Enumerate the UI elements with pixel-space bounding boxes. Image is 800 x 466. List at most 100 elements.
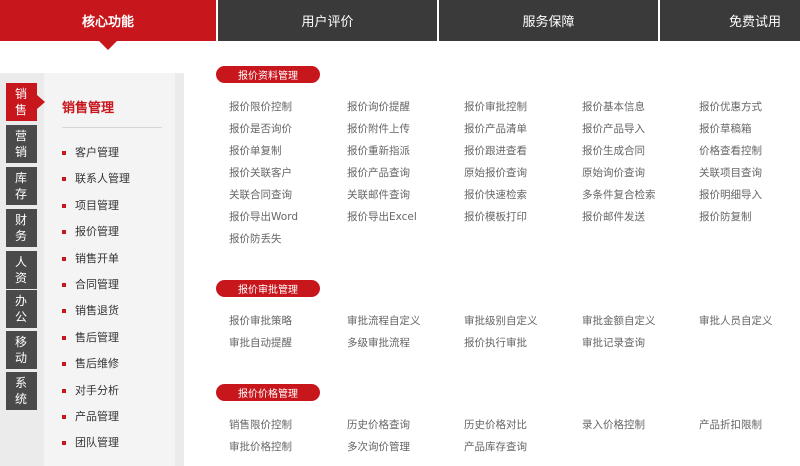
feature-item: 多次询价管理 — [347, 441, 410, 453]
tab-label: 免费试用 — [728, 15, 781, 30]
feature-item: 报价是否询价 — [229, 123, 292, 135]
bullet-icon — [62, 362, 66, 367]
submenu-item-label: 售后管理 — [75, 330, 119, 344]
submenu-title: 销售管理 — [62, 101, 115, 116]
feature-item: 报价附件上传 — [347, 123, 410, 135]
bullet-icon — [62, 151, 66, 155]
side-tab-char: 办 — [14, 294, 28, 308]
feature-item: 报价审批控制 — [464, 101, 527, 113]
tab-label: 服务保障 — [522, 15, 575, 30]
side-tab-marketing[interactable]: 营 销 — [6, 125, 37, 163]
submenu-item[interactable]: 报价管理 — [62, 223, 119, 239]
bullet-icon — [62, 256, 66, 261]
submenu-item[interactable]: 售后管理 — [62, 329, 119, 345]
submenu-item-label: 销售退货 — [75, 304, 119, 318]
submenu-item-label: 客户管理 — [75, 146, 119, 159]
feature-item: 审批金额自定义 — [582, 315, 656, 327]
feature-item: 报价产品清单 — [464, 123, 527, 135]
tab-core-features[interactable]: 核心功能 — [0, 0, 216, 50]
submenu-divider — [62, 127, 162, 128]
feature-item: 审批自动提醒 — [229, 337, 292, 349]
submenu-item-label: 联系人管理 — [75, 172, 130, 186]
side-tab-char: 人 — [14, 255, 28, 269]
side-tab-hr[interactable]: 人 资 — [6, 251, 37, 289]
bullet-icon — [62, 203, 66, 208]
submenu-item[interactable]: 销售退货 — [62, 302, 119, 318]
submenu-item[interactable]: 联系人管理 — [62, 170, 130, 186]
feature-item: 审批价格控制 — [229, 441, 292, 453]
submenu-item[interactable]: 售后维修 — [62, 355, 119, 371]
feature-item: 报价草稿箱 — [699, 123, 752, 135]
submenu-item[interactable]: 项目管理 — [62, 197, 119, 213]
submenu-item[interactable]: 对手分析 — [62, 382, 119, 398]
feature-item: 报价单复制 — [229, 145, 282, 157]
bullet-icon — [62, 441, 66, 446]
side-tab-char: 营 — [14, 129, 28, 143]
feature-item: 关联邮件查询 — [347, 189, 410, 201]
side-tab-char: 售 — [14, 103, 28, 117]
side-tab-char: 存 — [14, 187, 28, 201]
feature-item: 报价关联客户 — [229, 167, 292, 179]
submenu-item-label: 合同管理 — [75, 278, 119, 291]
side-tab-char: 销 — [14, 145, 28, 159]
side-tab-system[interactable]: 系 统 — [6, 372, 37, 410]
feature-item: 报价重新指派 — [347, 145, 410, 157]
feature-item: 关联合同查询 — [229, 189, 292, 201]
bullet-icon — [62, 283, 66, 287]
feature-item: 审批记录查询 — [582, 337, 645, 349]
feature-item: 报价审批策略 — [229, 315, 292, 327]
submenu-item-label: 报价管理 — [75, 225, 119, 239]
side-tab-char: 库 — [14, 171, 28, 185]
feature-item: 多条件复合检索 — [582, 189, 656, 201]
feature-item: 报价跟进查看 — [464, 145, 527, 157]
bullet-icon — [62, 177, 66, 182]
bullet-icon — [62, 415, 66, 419]
side-tab-finance[interactable]: 财 务 — [6, 209, 37, 247]
submenu-item[interactable]: 合同管理 — [62, 276, 119, 292]
feature-item: 报价生成合同 — [582, 145, 645, 157]
submenu-item-label: 团队管理 — [75, 436, 119, 450]
feature-item: 报价基本信息 — [582, 101, 645, 113]
top-nav: 核心功能 用户评价 服务保障 免费试用 — [0, 0, 800, 50]
submenu-item[interactable]: 团队管理 — [62, 434, 119, 450]
feature-item: 价格查看控制 — [699, 145, 762, 157]
submenu-item-label: 项目管理 — [75, 198, 119, 212]
feature-item: 审批流程自定义 — [347, 315, 421, 327]
section-title: 报价价格管理 — [216, 384, 320, 401]
side-tab-char: 务 — [14, 229, 28, 243]
feature-item: 产品折扣限制 — [699, 419, 762, 431]
feature-item: 报价导出Word — [229, 211, 298, 223]
submenu-item[interactable]: 销售开单 — [62, 250, 119, 266]
side-tab-char: 动 — [14, 351, 28, 365]
tab-service-guarantee[interactable]: 服务保障 — [439, 0, 658, 41]
feature-item: 报价导出Excel — [347, 211, 417, 223]
feature-item: 产品库存查询 — [464, 441, 527, 453]
side-tab-inventory[interactable]: 库 存 — [6, 167, 37, 205]
side-tab-char: 公 — [14, 310, 28, 324]
feature-item: 报价邮件发送 — [582, 211, 645, 223]
submenu-item-label: 对手分析 — [75, 383, 119, 397]
feature-item: 历史价格查询 — [347, 419, 410, 431]
feature-item: 报价产品导入 — [582, 123, 645, 135]
active-tab-arrow-icon — [98, 40, 118, 50]
feature-item: 报价快速检索 — [464, 189, 527, 201]
feature-item: 审批级别自定义 — [464, 315, 538, 327]
tab-free-trial[interactable]: 免费试用 — [660, 0, 800, 41]
tab-user-reviews[interactable]: 用户评价 — [218, 0, 437, 41]
feature-item: 报价明细导入 — [699, 189, 762, 201]
feature-item: 原始询价查询 — [582, 167, 645, 179]
feature-item: 报价限价控制 — [229, 101, 292, 113]
submenu-item-label: 产品管理 — [75, 410, 119, 423]
submenu-item[interactable]: 产品管理 — [62, 408, 119, 424]
side-tab-mobile[interactable]: 移 动 — [6, 331, 37, 369]
feature-item: 报价优惠方式 — [699, 101, 762, 113]
tab-label: 用户评价 — [301, 15, 354, 30]
section-title: 报价资料管理 — [216, 66, 320, 83]
side-tab-char: 系 — [14, 376, 28, 390]
submenu-item[interactable]: 客户管理 — [62, 144, 119, 160]
feature-item: 报价模板打印 — [464, 211, 527, 223]
feature-item: 销售限价控制 — [229, 419, 292, 431]
side-tab-sales[interactable]: 销 售 — [6, 83, 45, 121]
tab-label: 核心功能 — [81, 15, 134, 30]
side-tab-office[interactable]: 办 公 — [6, 290, 37, 328]
